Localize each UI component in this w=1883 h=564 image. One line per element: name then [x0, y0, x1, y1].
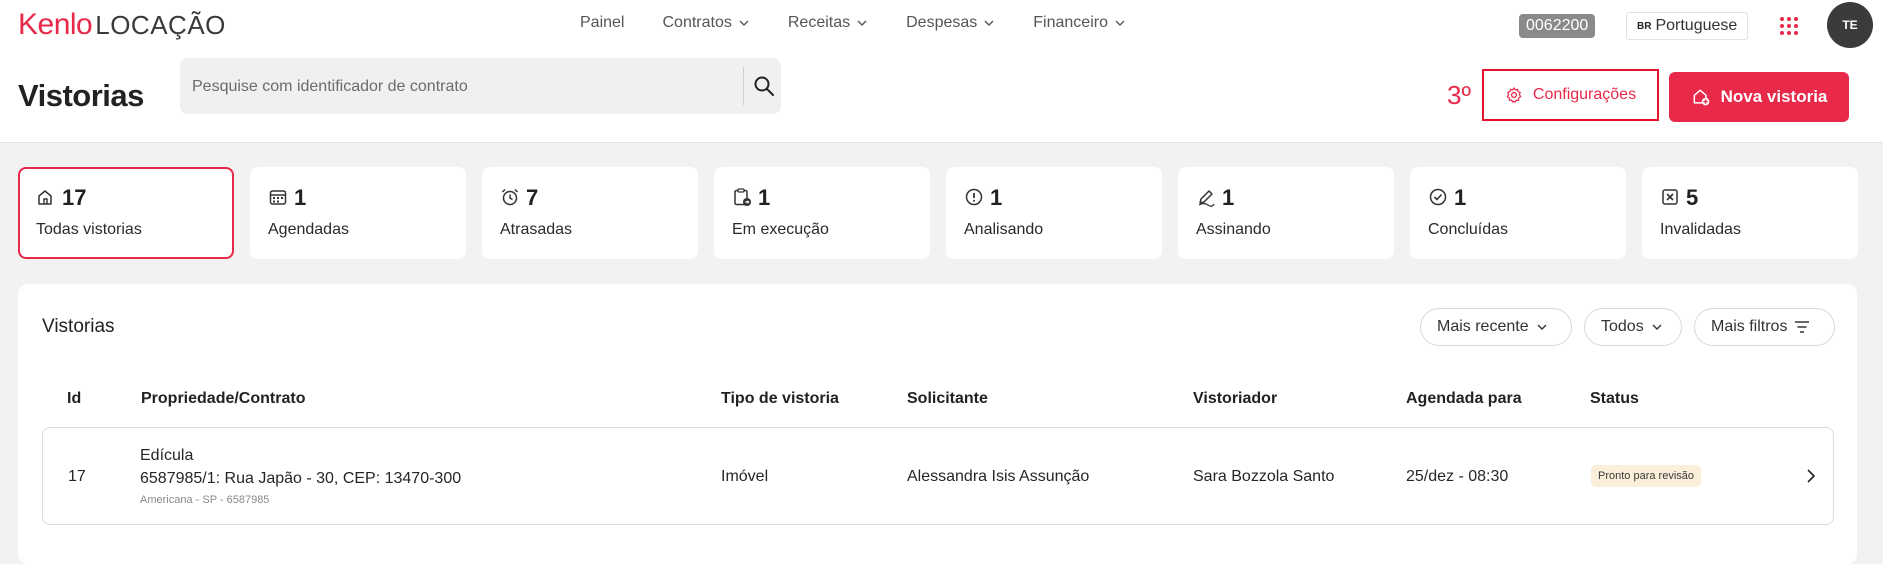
flag-icon: BR	[1637, 20, 1652, 32]
page-title: Vistorias	[18, 78, 144, 113]
row-id: 17	[68, 468, 86, 485]
property-address: 6587985/1: Rua Japão - 30, CEP: 13470-30…	[140, 470, 462, 487]
card-label: Agendadas	[268, 221, 349, 238]
nav-item-financeiro[interactable]: Financeiro	[1033, 14, 1126, 32]
card-count: 5	[1686, 185, 1699, 210]
nav-label: Contratos	[662, 14, 732, 31]
column-header-scheduled[interactable]: Agendada para	[1406, 390, 1522, 408]
card-assinando[interactable]: 1 Assinando	[1178, 167, 1394, 259]
chevron-down-icon	[739, 20, 749, 26]
chevron-down-icon	[1115, 20, 1125, 26]
nav-item-despesas[interactable]: Despesas	[906, 14, 995, 32]
x-square-icon	[1662, 189, 1678, 205]
chevron-down-icon	[1652, 324, 1662, 330]
card-count: 7	[526, 185, 539, 210]
search-divider	[743, 67, 744, 105]
card-em-execucao[interactable]: 1 Em execução	[714, 167, 930, 259]
table-row[interactable]: 17 Edícula 6587985/1: Rua Japão - 30, CE…	[42, 427, 1834, 525]
nav-label: Financeiro	[1033, 14, 1108, 31]
top-bar: Kenlo LOCAÇÃO Painel Contratos Receitas …	[0, 0, 1883, 143]
search-input[interactable]	[190, 58, 754, 116]
more-filters-label: Mais filtros	[1711, 318, 1788, 335]
card-label: Invalidadas	[1660, 221, 1741, 238]
nav-item-receitas[interactable]: Receitas	[788, 14, 868, 32]
avatar[interactable]: TE	[1827, 2, 1873, 48]
main-nav: Painel Contratos Receitas Despesas Finan…	[580, 14, 1164, 32]
column-header-inspector[interactable]: Vistoriador	[1193, 390, 1277, 408]
card-invalidadas[interactable]: 5 Invalidadas	[1642, 167, 1858, 259]
account-id-badge: 0062200	[1519, 14, 1596, 38]
scheduled-date: 25/dez - 08:30	[1406, 468, 1509, 485]
inspections-panel: Vistorias Mais recente Todos Mais filtro…	[18, 284, 1857, 564]
sort-dropdown[interactable]: Mais recente	[1420, 308, 1572, 346]
card-count: 1	[1222, 185, 1235, 210]
language-label: Portuguese	[1655, 17, 1738, 34]
property-location: Americana - SP - 6587985	[140, 494, 270, 506]
search-icon[interactable]	[752, 74, 776, 98]
search-bar	[180, 58, 781, 116]
card-concluidas[interactable]: 1 Concluídas	[1410, 167, 1626, 259]
card-todas-vistorias[interactable]: 17 Todas vistorias	[18, 167, 234, 259]
card-count: 1	[758, 185, 771, 210]
chevron-right-icon[interactable]	[1803, 468, 1819, 484]
card-count: 1	[294, 185, 307, 210]
card-label: Todas vistorias	[36, 221, 142, 238]
card-atrasadas[interactable]: 7 Atrasadas	[482, 167, 698, 259]
clipboard-arrow-icon	[734, 188, 751, 206]
card-label: Em execução	[732, 221, 829, 238]
alarm-clock-icon	[501, 188, 519, 206]
calendar-icon	[269, 190, 287, 205]
scope-label: Todos	[1601, 318, 1644, 335]
column-header-requester[interactable]: Solicitante	[907, 390, 988, 408]
nav-label: Receitas	[787, 14, 851, 31]
chevron-down-icon	[857, 20, 867, 26]
column-header-property[interactable]: Propriedade/Contrato	[141, 390, 305, 408]
new-inspection-label: Nova vistoria	[1720, 87, 1828, 106]
houses-icon	[38, 190, 52, 205]
more-filters-button[interactable]: Mais filtros	[1694, 308, 1835, 346]
kenlo-logo[interactable]: Kenlo LOCAÇÃO	[18, 8, 226, 42]
chevron-down-icon	[1537, 324, 1547, 330]
nav-item-painel[interactable]: Painel	[580, 14, 624, 32]
filter-icon	[1795, 321, 1810, 333]
status-badge: Pronto para revisão	[1591, 465, 1701, 487]
gear-icon	[1506, 87, 1522, 103]
card-count: 1	[1454, 185, 1467, 210]
inspector: Sara Bozzola Santo	[1193, 468, 1335, 485]
card-count: 17	[62, 185, 87, 210]
summary-cards: 17 Todas vistorias 1 Agendadas 7 Atrasad…	[18, 167, 1858, 259]
column-header-status[interactable]: Status	[1590, 390, 1639, 408]
requester: Alessandra Isis Assunção	[907, 468, 1090, 485]
nav-label: Painel	[580, 14, 625, 31]
settings-button-label: Configurações	[1532, 86, 1637, 103]
logo-subtitle: LOCAÇÃO	[95, 10, 226, 40]
card-agendadas[interactable]: 1 Agendadas	[250, 167, 466, 259]
nav-label: Despesas	[906, 14, 978, 31]
card-analisando[interactable]: 1 Analisando	[946, 167, 1162, 259]
card-label: Concluídas	[1428, 221, 1509, 238]
alert-circle-icon	[965, 188, 983, 206]
language-selector[interactable]: BR Portuguese	[1626, 12, 1749, 40]
house-plus-icon	[1693, 89, 1709, 106]
card-label: Analisando	[964, 221, 1044, 238]
grid-dots-icon[interactable]	[1779, 16, 1799, 36]
column-header-id[interactable]: Id	[67, 390, 81, 408]
chevron-down-icon	[984, 20, 994, 26]
new-inspection-button[interactable]: Nova vistoria	[1669, 72, 1849, 122]
sort-label: Mais recente	[1437, 318, 1529, 335]
card-label: Assinando	[1196, 221, 1271, 238]
list-title: Vistorias	[42, 316, 115, 337]
card-count: 1	[990, 185, 1003, 210]
column-header-type[interactable]: Tipo de vistoria	[721, 390, 839, 408]
nav-item-contratos[interactable]: Contratos	[662, 14, 749, 32]
inspection-type: Imóvel	[721, 468, 769, 485]
pen-icon	[1198, 190, 1215, 207]
card-label: Atrasadas	[500, 221, 573, 238]
check-circle-icon	[1429, 188, 1447, 206]
logo-wordmark: Kenlo	[18, 8, 93, 41]
step-annotation: 3º	[1447, 80, 1471, 110]
settings-button[interactable]: Configurações	[1482, 69, 1659, 121]
scope-dropdown[interactable]: Todos	[1584, 308, 1682, 346]
property-name: Edícula	[140, 447, 194, 464]
